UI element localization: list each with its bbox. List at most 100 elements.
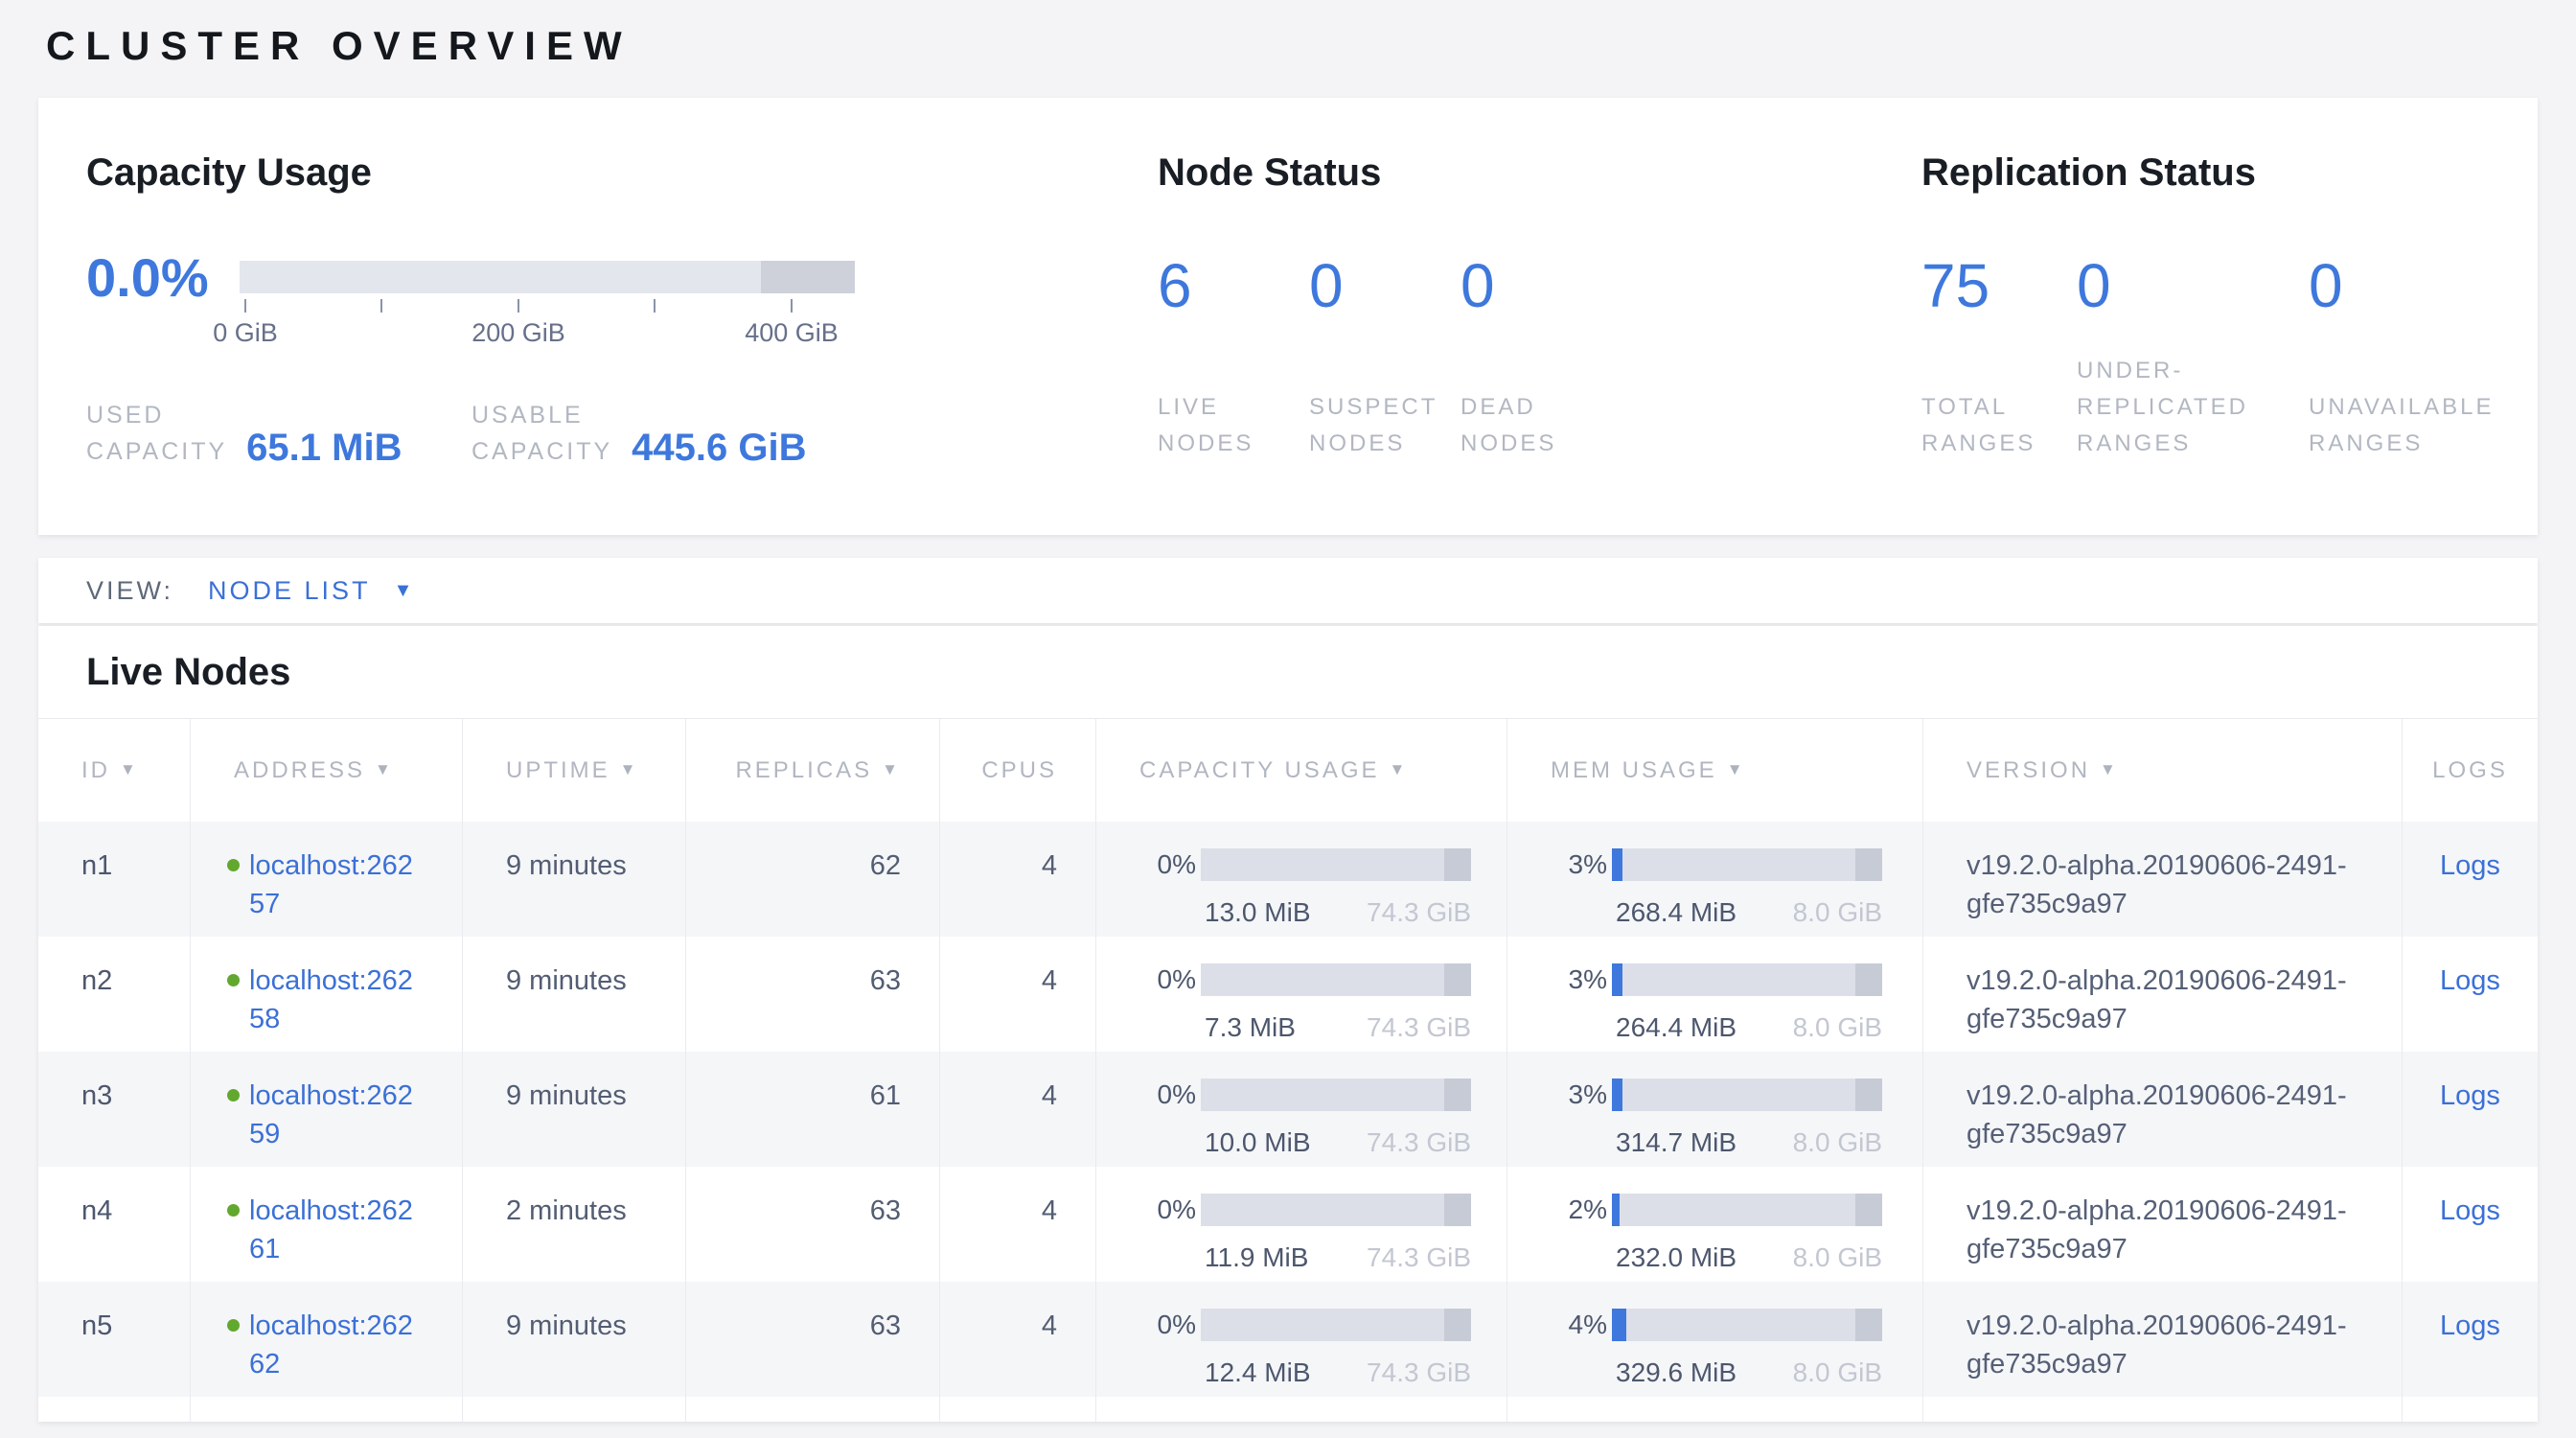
node-live-status-dot <box>227 1204 240 1217</box>
memory-usage-percent: 3% <box>1561 963 1607 1052</box>
cell-replicas: 63 <box>685 1282 939 1397</box>
chevron-down-icon: ▼ <box>394 580 416 602</box>
capacity-usage-percent: 0% <box>1150 848 1196 937</box>
stat-total-ranges: 75TOTAL RANGES <box>1921 255 2077 462</box>
cell-uptime: 9 minutes <box>462 937 685 1052</box>
cell-address: localhost:26258 <box>190 937 462 1052</box>
column-header-uptime[interactable]: UPTIME▼ <box>462 719 685 822</box>
usable-capacity-label: USABLE CAPACITY <box>472 397 612 470</box>
capacity-usage-percent: 0% <box>1150 1194 1196 1282</box>
capacity-usage-bar-endcap <box>1444 1309 1471 1341</box>
capacity-max-value: 74.3 GiB <box>1367 1240 1471 1276</box>
view-bar: VIEW: NODE LIST ▼ <box>38 558 2538 623</box>
cell-memory-usage: 4% 329.6 MiB 8.0 GiB <box>1506 1282 1922 1397</box>
column-header-capacity-usage[interactable]: CAPACITY USAGE ▼ <box>1095 719 1506 822</box>
memory-used-value: 264.4 MiB <box>1612 1009 1736 1046</box>
memory-usage-bar <box>1612 848 1882 881</box>
cell-capacity-usage: 0% 7.3 MiB 74.3 GiB <box>1095 937 1506 1052</box>
cell-memory-usage: 3% 314.7 MiB 8.0 GiB <box>1506 1052 1922 1167</box>
address-link[interactable]: localhost:26259 <box>249 1077 420 1167</box>
cell-logs: Logs <box>2402 1167 2538 1282</box>
stat-under-replicated-ranges: 0UNDER- REPLICATED RANGES <box>2077 255 2309 462</box>
table-partial-row <box>38 1397 2538 1422</box>
logs-link[interactable]: Logs <box>2440 1080 2500 1111</box>
usable-capacity-value: 445.6 GiB <box>632 428 806 468</box>
memory-usage-percent: 4% <box>1561 1309 1607 1397</box>
capacity-used-value: 7.3 MiB <box>1201 1009 1296 1046</box>
logs-link[interactable]: Logs <box>2440 1195 2500 1226</box>
stat-value: 0 <box>1309 255 1460 316</box>
column-header-label: CAPACITY USAGE <box>1139 757 1380 784</box>
address-link[interactable]: localhost:26261 <box>249 1192 420 1282</box>
cell-capacity-usage: 0% 10.0 MiB 74.3 GiB <box>1095 1052 1506 1167</box>
memory-max-value: 8.0 GiB <box>1793 1355 1882 1391</box>
capacity-used-value: 13.0 MiB <box>1201 894 1311 931</box>
column-header-version[interactable]: VERSION▼ <box>1922 719 2402 822</box>
axis-label-0: 0 GiB <box>213 318 278 348</box>
view-label: VIEW: <box>86 576 173 606</box>
sort-arrow-icon: ▼ <box>1390 760 1409 779</box>
live-nodes-card: Live Nodes ID▼ADDRESS▼UPTIME▼REPLICAS▼CP… <box>38 626 2538 1422</box>
column-header-label: ADDRESS <box>234 757 365 784</box>
table-row-n4: n4 localhost:26261 2 minutes 63 4 0% 11.… <box>38 1167 2538 1282</box>
column-header-id[interactable]: ID ▼ <box>38 719 190 822</box>
page-title: CLUSTER OVERVIEW <box>38 0 2538 67</box>
sort-arrow-icon: ▼ <box>620 760 639 779</box>
cell-capacity-usage: 0% 11.9 MiB 74.3 GiB <box>1095 1167 1506 1282</box>
capacity-axis-labels: 0 GiB 200 GiB 400 GiB <box>240 318 855 351</box>
capacity-usage-bar-endcap <box>1444 1078 1471 1111</box>
node-live-status-dot <box>227 974 240 986</box>
column-header-logs: LOGS <box>2402 719 2538 822</box>
sort-arrow-icon: ▼ <box>120 760 139 779</box>
address-link[interactable]: localhost:26257 <box>249 847 420 937</box>
capacity-bar-chart: 0 GiB 200 GiB 400 GiB <box>240 249 855 345</box>
address-link[interactable]: localhost:26262 <box>249 1307 420 1397</box>
stat-value: 0 <box>1460 255 1612 316</box>
column-header-replicas[interactable]: REPLICAS▼ <box>685 719 939 822</box>
node-status-stats: 6LIVE NODES0SUSPECT NODES0DEAD NODES <box>1158 255 1874 462</box>
logs-link[interactable]: Logs <box>2440 1310 2500 1341</box>
node-live-status-dot <box>227 859 240 871</box>
memory-usage-bar <box>1612 1309 1882 1341</box>
capacity-used-value: 11.9 MiB <box>1201 1240 1308 1276</box>
cell-replicas: 63 <box>685 937 939 1052</box>
cell-uptime: 9 minutes <box>462 1282 685 1397</box>
capacity-usage-bar-endcap <box>1444 1194 1471 1226</box>
table-header-row: ID▼ADDRESS▼UPTIME▼REPLICAS▼CPUSCAPACITY … <box>38 718 2538 822</box>
logs-link[interactable]: Logs <box>2440 850 2500 881</box>
cell-node-id: n4 <box>38 1167 190 1282</box>
node-status-panel: Node Status 6LIVE NODES0SUSPECT NODES0DE… <box>1110 98 1874 535</box>
capacity-usage-bar <box>1201 1194 1471 1226</box>
address-link[interactable]: localhost:26258 <box>249 962 420 1052</box>
capacity-axis-ticks <box>240 293 855 318</box>
memory-usage-bar-endcap <box>1855 963 1882 996</box>
memory-used-value: 329.6 MiB <box>1612 1355 1736 1391</box>
cell-cpus: 4 <box>939 1052 1095 1167</box>
capacity-bar <box>240 261 855 293</box>
sort-arrow-icon: ▼ <box>882 760 901 779</box>
capacity-usage-bar-endcap <box>1444 848 1471 881</box>
cell-node-id: n1 <box>38 822 190 937</box>
node-status-heading: Node Status <box>1158 151 1874 194</box>
capacity-used-value: 10.0 MiB <box>1201 1125 1311 1161</box>
view-selector-dropdown[interactable]: NODE LIST ▼ <box>208 576 415 606</box>
cell-cpus: 4 <box>939 1167 1095 1282</box>
capacity-max-value: 74.3 GiB <box>1367 894 1471 931</box>
memory-usage-bar <box>1612 1194 1882 1226</box>
capacity-max-value: 74.3 GiB <box>1367 1009 1471 1046</box>
logs-link[interactable]: Logs <box>2440 965 2500 996</box>
memory-max-value: 8.0 GiB <box>1793 1009 1882 1046</box>
stat-unavailable-ranges: 0UNAVAILABLE RANGES <box>2309 255 2343 462</box>
capacity-usage-percent: 0% <box>1150 1078 1196 1167</box>
used-capacity: USED CAPACITY 65.1 MiB <box>86 397 472 470</box>
memory-max-value: 8.0 GiB <box>1793 1125 1882 1161</box>
memory-usage-bar-endcap <box>1855 1309 1882 1341</box>
column-header-mem-usage[interactable]: MEM USAGE▼ <box>1506 719 1922 822</box>
memory-usage-bar-fill <box>1612 1078 1622 1111</box>
stat-suspect-nodes: 0SUSPECT NODES <box>1309 255 1460 462</box>
column-header-address[interactable]: ADDRESS▼ <box>190 719 462 822</box>
capacity-bar-reserved-segment <box>761 261 855 293</box>
sort-arrow-icon: ▼ <box>2100 760 2119 779</box>
column-header-label: ID <box>81 757 110 784</box>
stat-live-nodes: 6LIVE NODES <box>1158 255 1309 462</box>
